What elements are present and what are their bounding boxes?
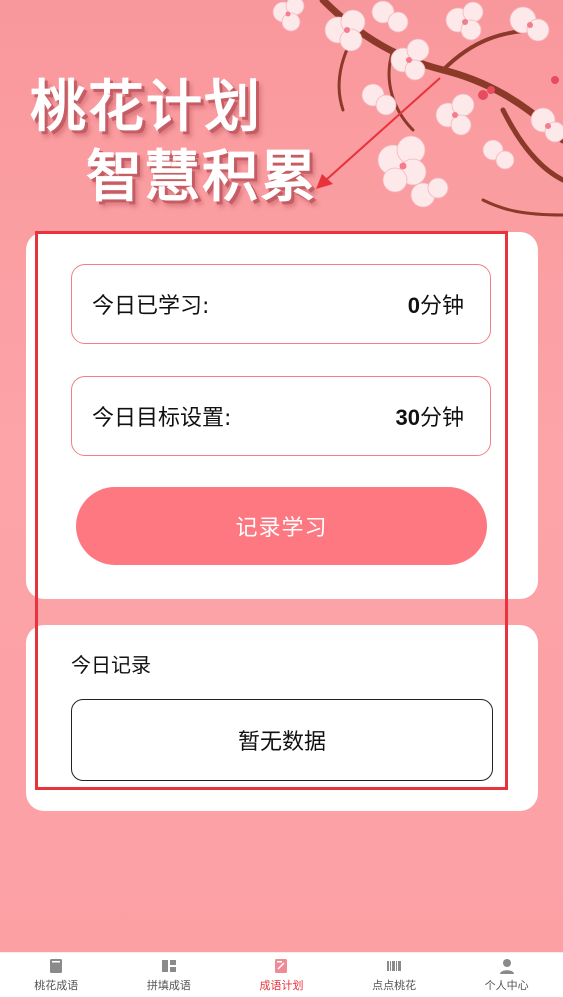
barcode-icon — [385, 957, 403, 975]
goal-minutes: 30 — [395, 405, 420, 430]
book-icon — [47, 957, 65, 975]
goal-setting-row[interactable]: 今日目标设置: 30 分钟 — [71, 376, 491, 456]
today-records-title: 今日记录 — [71, 653, 151, 677]
empty-records-placeholder: 暂无数据 — [71, 699, 493, 781]
tab-idioms-label: 桃花成语 — [34, 979, 79, 992]
person-icon — [498, 957, 516, 975]
tab-peach-dots-label: 点点桃花 — [372, 979, 417, 992]
goal-unit: 分钟 — [419, 406, 464, 431]
studied-minutes: 0 — [407, 293, 420, 318]
goal-setting-label: 今日目标设置: — [92, 406, 232, 431]
record-study-button[interactable]: 记录学习 — [76, 487, 487, 565]
tab-profile[interactable]: 个人中心 — [450, 953, 563, 997]
studied-today-value: 0 分钟 — [408, 288, 464, 320]
bottom-tab-bar: 桃花成语 拼填成语 成语计划 点点桃花 个人中心 — [0, 952, 563, 997]
today-records-card: 今日记录 暂无数据 — [26, 625, 538, 811]
studied-today-row: 今日已学习: 0 分钟 — [71, 264, 491, 344]
tab-idioms[interactable]: 桃花成语 — [0, 953, 113, 997]
tab-fill-idioms-label: 拼填成语 — [146, 979, 191, 992]
tab-peach-dots[interactable]: 点点桃花 — [338, 953, 451, 997]
hero-title-line2: 智慧积累 — [86, 145, 318, 210]
studied-today-label: 今日已学习: — [92, 294, 210, 319]
goal-setting-value[interactable]: 30 分钟 — [396, 400, 465, 432]
hero-title-line1: 桃花计划 — [30, 75, 262, 140]
tab-idiom-plan[interactable]: 成语计划 — [225, 953, 338, 997]
study-stats-card: 今日已学习: 0 分钟 今日目标设置: 30 分钟 记录学习 — [26, 232, 538, 599]
hero-title: 桃花计划 智慧积累 — [30, 80, 318, 206]
tab-fill-idioms[interactable]: 拼填成语 — [113, 953, 226, 997]
plan-screen: 桃花计划 智慧积累 今日已学习: 0 分钟 今日目标设置: 30 分钟 记录学习… — [0, 0, 563, 997]
tab-profile-label: 个人中心 — [484, 979, 529, 992]
puzzle-icon — [160, 957, 178, 975]
studied-unit: 分钟 — [419, 294, 464, 319]
tab-idiom-plan-label: 成语计划 — [259, 979, 304, 992]
plan-icon — [272, 957, 290, 975]
